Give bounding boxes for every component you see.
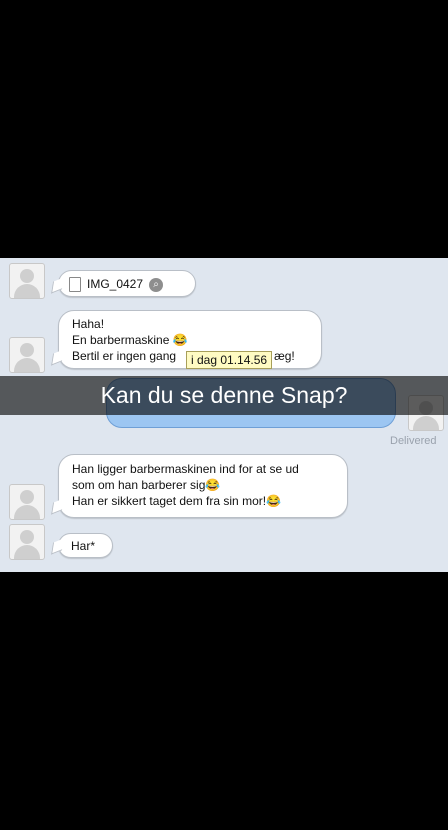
contact-avatar xyxy=(9,337,45,373)
contact-avatar xyxy=(9,524,45,560)
timestamp-tooltip: i dag 01.14.56 xyxy=(186,351,273,369)
delivered-status: Delivered xyxy=(390,435,437,447)
document-icon xyxy=(69,277,81,293)
magnifier-icon[interactable]: ⌕ xyxy=(149,277,164,292)
snap-caption: Kan du se denne Snap? xyxy=(0,376,448,415)
message-line: Han ligger barbermaskinen ind for at se … xyxy=(72,462,299,476)
attachment-bubble[interactable]: IMG_0427 ⌕ xyxy=(58,270,196,297)
message-line: Haha! xyxy=(72,317,105,331)
contact-avatar xyxy=(9,484,45,520)
contact-avatar xyxy=(9,263,45,299)
message-bubble[interactable]: Har* xyxy=(58,533,113,558)
message-line: som om han barberer sig😂 xyxy=(72,478,221,492)
attachment-filename: IMG_0427 xyxy=(87,277,144,291)
message-line: Har* xyxy=(71,539,96,553)
message-line: En barbermaskine 😂 xyxy=(72,333,188,347)
message-bubble[interactable]: Han ligger barbermaskinen ind for at se … xyxy=(58,454,348,518)
message-line: Han er sikkert taget dem fra sin mor!😂 xyxy=(72,494,282,508)
